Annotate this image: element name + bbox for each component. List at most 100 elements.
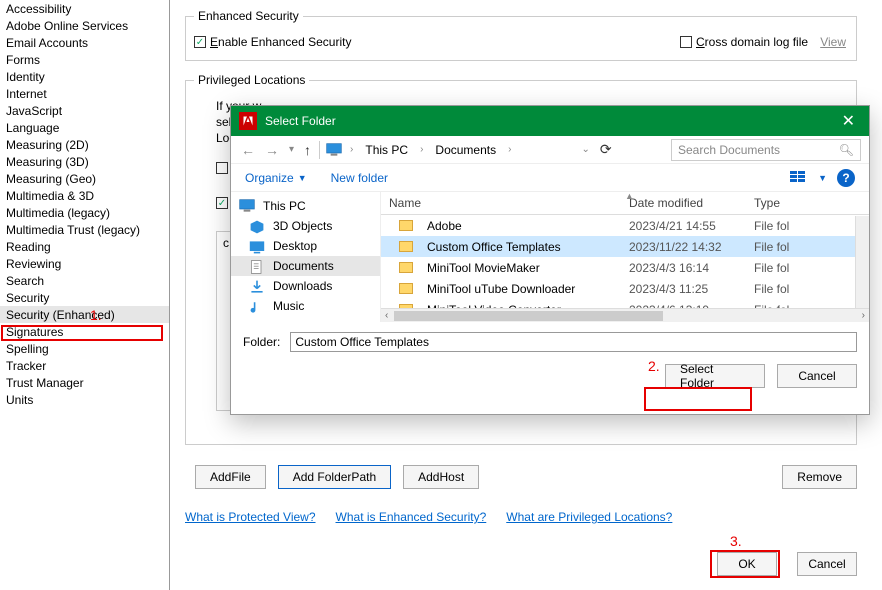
3d-objects-icon bbox=[249, 219, 265, 233]
sidebar-item-multimedia-legacy-[interactable]: Multimedia (legacy) bbox=[0, 204, 169, 221]
navtree-3d-objects[interactable]: 3D Objects bbox=[231, 216, 380, 236]
navtree-downloads[interactable]: Downloads bbox=[231, 276, 380, 296]
search-placeholder: Search Documents bbox=[678, 143, 780, 157]
scroll-thumb[interactable] bbox=[394, 311, 662, 321]
sidebar-item-trust-manager[interactable]: Trust Manager bbox=[0, 374, 169, 391]
ok-button[interactable]: OK bbox=[717, 552, 777, 576]
nav-recent-icon[interactable]: ▾ bbox=[287, 144, 296, 155]
folder-name-input[interactable]: Custom Office Templates bbox=[290, 332, 857, 352]
sidebar-item-measuring-geo-[interactable]: Measuring (Geo) bbox=[0, 170, 169, 187]
privileged-locations-title: Privileged Locations bbox=[194, 73, 309, 87]
navtree-music[interactable]: Music bbox=[231, 296, 380, 316]
category-sidebar: AccessibilityAdobe Online ServicesEmail … bbox=[0, 0, 170, 590]
col-date[interactable]: Date modified bbox=[621, 192, 746, 214]
sidebar-item-signatures[interactable]: Signatures bbox=[0, 323, 169, 340]
folder-icon bbox=[399, 241, 413, 252]
col-type[interactable]: Type bbox=[746, 192, 869, 214]
file-row[interactable]: Adobe2023/4/21 14:55File fol bbox=[381, 215, 869, 236]
col-name[interactable]: Name▲ bbox=[381, 192, 621, 214]
file-row[interactable]: MiniTool MovieMaker2023/4/3 16:14File fo… bbox=[381, 257, 869, 278]
scrollbar-vertical[interactable] bbox=[855, 216, 869, 308]
chevron-down-icon[interactable]: ▼ bbox=[818, 173, 827, 183]
add-folder-path-button[interactable]: Add Folder Path bbox=[278, 465, 391, 489]
crumb-documents[interactable]: Documents bbox=[431, 143, 500, 157]
new-folder-button[interactable]: New folder bbox=[331, 171, 388, 185]
scroll-right-icon[interactable]: › bbox=[858, 310, 869, 321]
help-icon[interactable]: ? bbox=[837, 169, 855, 187]
refresh-icon[interactable]: ⟳ bbox=[598, 141, 614, 158]
crumb-dropdown-icon[interactable]: ⌄ bbox=[579, 144, 591, 155]
file-grid[interactable]: Name▲ Date modified Type Adobe2023/4/21 … bbox=[381, 192, 869, 322]
close-icon[interactable]: ✕ bbox=[836, 111, 861, 131]
dialog-navbar: ← → ▾ ↑ › This PC › Documents › ⌄ ⟳ Sear… bbox=[231, 136, 869, 164]
search-input[interactable]: Search Documents 🔍︎ bbox=[671, 139, 861, 161]
sidebar-item-security[interactable]: Security bbox=[0, 289, 169, 306]
sidebar-item-units[interactable]: Units bbox=[0, 391, 169, 408]
documents-icon bbox=[249, 259, 265, 273]
nav-up-icon[interactable]: ↑ bbox=[302, 142, 313, 158]
sidebar-item-javascript[interactable]: JavaScript bbox=[0, 102, 169, 119]
folder-icon bbox=[399, 220, 413, 231]
sidebar-item-security-enhanced-[interactable]: Security (Enhanced) bbox=[0, 306, 169, 323]
checkbox-icon bbox=[680, 36, 692, 48]
folder-icon bbox=[399, 283, 413, 294]
enhanced-security-title: Enhanced Security bbox=[194, 9, 303, 23]
dialog-cancel-button[interactable]: Cancel bbox=[777, 364, 857, 388]
folder-label: Folder: bbox=[243, 335, 280, 349]
navtree-documents[interactable]: Documents bbox=[231, 256, 380, 276]
file-grid-header[interactable]: Name▲ Date modified Type bbox=[381, 192, 869, 215]
sidebar-item-search[interactable]: Search bbox=[0, 272, 169, 289]
chevron-right-icon[interactable]: › bbox=[506, 144, 513, 155]
annotation-2-number: 2. bbox=[648, 358, 660, 374]
sidebar-item-email-accounts[interactable]: Email Accounts bbox=[0, 34, 169, 51]
checkbox-icon bbox=[216, 162, 228, 174]
nav-back-icon[interactable]: ← bbox=[239, 142, 257, 158]
folder-icon bbox=[399, 262, 413, 273]
view-log-link[interactable]: View bbox=[820, 35, 846, 49]
enhanced-security-link[interactable]: What is Enhanced Security? bbox=[336, 510, 487, 524]
file-row[interactable]: MiniTool uTube Downloader2023/4/3 11:25F… bbox=[381, 278, 869, 299]
music-icon bbox=[249, 299, 265, 313]
scrollbar-horizontal[interactable]: ‹ › bbox=[381, 308, 869, 322]
sidebar-item-spelling[interactable]: Spelling bbox=[0, 340, 169, 357]
sidebar-item-reviewing[interactable]: Reviewing bbox=[0, 255, 169, 272]
sidebar-item-multimedia-trust-legacy-[interactable]: Multimedia Trust (legacy) bbox=[0, 221, 169, 238]
navtree-this-pc[interactable]: This PC bbox=[231, 196, 380, 216]
scroll-left-icon[interactable]: ‹ bbox=[381, 310, 392, 321]
dialog-title-text: Select Folder bbox=[265, 114, 336, 128]
sidebar-item-multimedia-3d[interactable]: Multimedia & 3D bbox=[0, 187, 169, 204]
sidebar-item-adobe-online-services[interactable]: Adobe Online Services bbox=[0, 17, 169, 34]
sidebar-item-reading[interactable]: Reading bbox=[0, 238, 169, 255]
select-folder-dialog: Select Folder ✕ ← → ▾ ↑ › This PC › Docu… bbox=[230, 105, 870, 415]
navtree-desktop[interactable]: Desktop bbox=[231, 236, 380, 256]
sidebar-item-identity[interactable]: Identity bbox=[0, 68, 169, 85]
sidebar-item-internet[interactable]: Internet bbox=[0, 85, 169, 102]
nav-fwd-icon[interactable]: → bbox=[263, 142, 281, 158]
chevron-right-icon[interactable]: › bbox=[348, 144, 355, 155]
sidebar-item-measuring-2d-[interactable]: Measuring (2D) bbox=[0, 136, 169, 153]
annotation-1-number: 1. bbox=[90, 307, 102, 323]
enable-enhanced-security-checkbox[interactable]: ✓ Enable Enhanced Security bbox=[194, 35, 351, 49]
sidebar-item-accessibility[interactable]: Accessibility bbox=[0, 0, 169, 17]
view-options-icon[interactable] bbox=[790, 171, 808, 185]
file-row[interactable]: Custom Office Templates2023/11/22 14:32F… bbox=[381, 236, 869, 257]
sidebar-item-tracker[interactable]: Tracker bbox=[0, 357, 169, 374]
cross-domain-log-checkbox[interactable]: Cross domain log file bbox=[680, 35, 808, 49]
add-host-button[interactable]: Add Host bbox=[403, 465, 479, 489]
add-file-button[interactable]: Add File bbox=[195, 465, 266, 489]
crumb-thispc[interactable]: This PC bbox=[361, 143, 412, 157]
cancel-button[interactable]: Cancel bbox=[797, 552, 857, 576]
downloads-icon bbox=[249, 279, 265, 293]
select-folder-button[interactable]: Select Folder bbox=[665, 364, 765, 388]
sidebar-item-language[interactable]: Language bbox=[0, 119, 169, 136]
organize-menu[interactable]: Organize ▼ bbox=[245, 171, 307, 185]
sort-asc-icon: ▲ bbox=[625, 192, 634, 201]
sidebar-item-forms[interactable]: Forms bbox=[0, 51, 169, 68]
sidebar-item-measuring-3d-[interactable]: Measuring (3D) bbox=[0, 153, 169, 170]
check-icon: ✓ bbox=[216, 197, 228, 209]
protected-view-link[interactable]: What is Protected View? bbox=[185, 510, 316, 524]
privileged-locations-link[interactable]: What are Privileged Locations? bbox=[506, 510, 672, 524]
chevron-right-icon[interactable]: › bbox=[418, 144, 425, 155]
remove-button[interactable]: Remove bbox=[782, 465, 857, 489]
nav-tree[interactable]: This PC3D ObjectsDesktopDocumentsDownloa… bbox=[231, 192, 381, 322]
